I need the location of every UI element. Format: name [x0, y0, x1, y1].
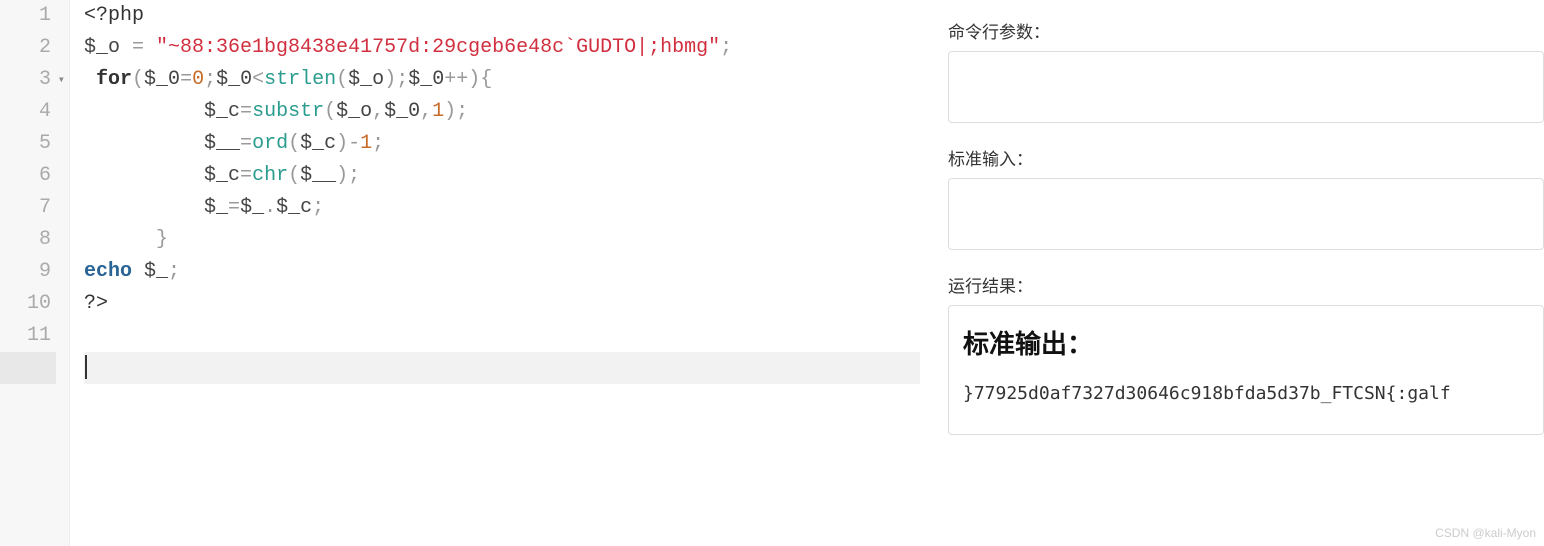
line-number: 4 — [0, 96, 51, 128]
code-line-10: ?> — [84, 288, 920, 320]
line-number: 5 — [0, 128, 51, 160]
result-output: 标准输出： }77925d0af7327d30646c918bfda5d37b_… — [948, 305, 1544, 435]
line-number: 7 — [0, 192, 51, 224]
code-line-8: } — [84, 224, 920, 256]
line-number: 6 — [0, 160, 51, 192]
code-line-1: <?php — [84, 0, 920, 32]
line-number: 8 — [0, 224, 51, 256]
stdin-label: 标准输入： — [948, 145, 1544, 170]
stdout-text: }77925d0af7327d30646c918bfda5d37b_FTCSN{… — [963, 383, 1529, 404]
code-line-3: for($_0=0;$_0<strlen($_o);$_0++){ — [84, 64, 920, 96]
code-line-12 — [84, 352, 920, 384]
line-number: 3 — [0, 64, 51, 96]
code-line-4: $_c=substr($_o,$_0,1); — [84, 96, 920, 128]
line-number: 2 — [0, 32, 51, 64]
cursor-icon — [85, 355, 87, 379]
code-line-11 — [84, 320, 920, 352]
code-line-9: echo $_; — [84, 256, 920, 288]
code-editor[interactable]: 1 2 3 4 5 6 7 8 9 10 11 12 <?php $_o = "… — [0, 0, 920, 546]
code-line-6: $_c=chr($__); — [84, 160, 920, 192]
watermark: CSDN @kali-Myon — [1435, 526, 1536, 540]
stdout-heading: 标准输出： — [963, 324, 1529, 361]
stdin-input[interactable] — [948, 178, 1544, 250]
gutter: 1 2 3 4 5 6 7 8 9 10 11 12 — [0, 0, 70, 546]
line-number: 1 — [0, 0, 51, 32]
line-number: 9 — [0, 256, 51, 288]
code-line-5: $__=ord($_c)-1; — [84, 128, 920, 160]
code-area[interactable]: <?php $_o = "~88:36e1bg8438e41757d:29cge… — [70, 0, 920, 546]
io-panel: 命令行参数： 标准输入： 运行结果： 标准输出： }77925d0af7327d… — [920, 0, 1544, 546]
args-input[interactable] — [948, 51, 1544, 123]
result-label: 运行结果： — [948, 272, 1544, 297]
code-line-7: $_=$_.$_c; — [84, 192, 920, 224]
args-label: 命令行参数： — [948, 18, 1544, 43]
code-line-2: $_o = "~88:36e1bg8438e41757d:29cgeb6e48c… — [84, 32, 920, 64]
line-number: 11 — [0, 320, 51, 352]
line-number: 10 — [0, 288, 51, 320]
